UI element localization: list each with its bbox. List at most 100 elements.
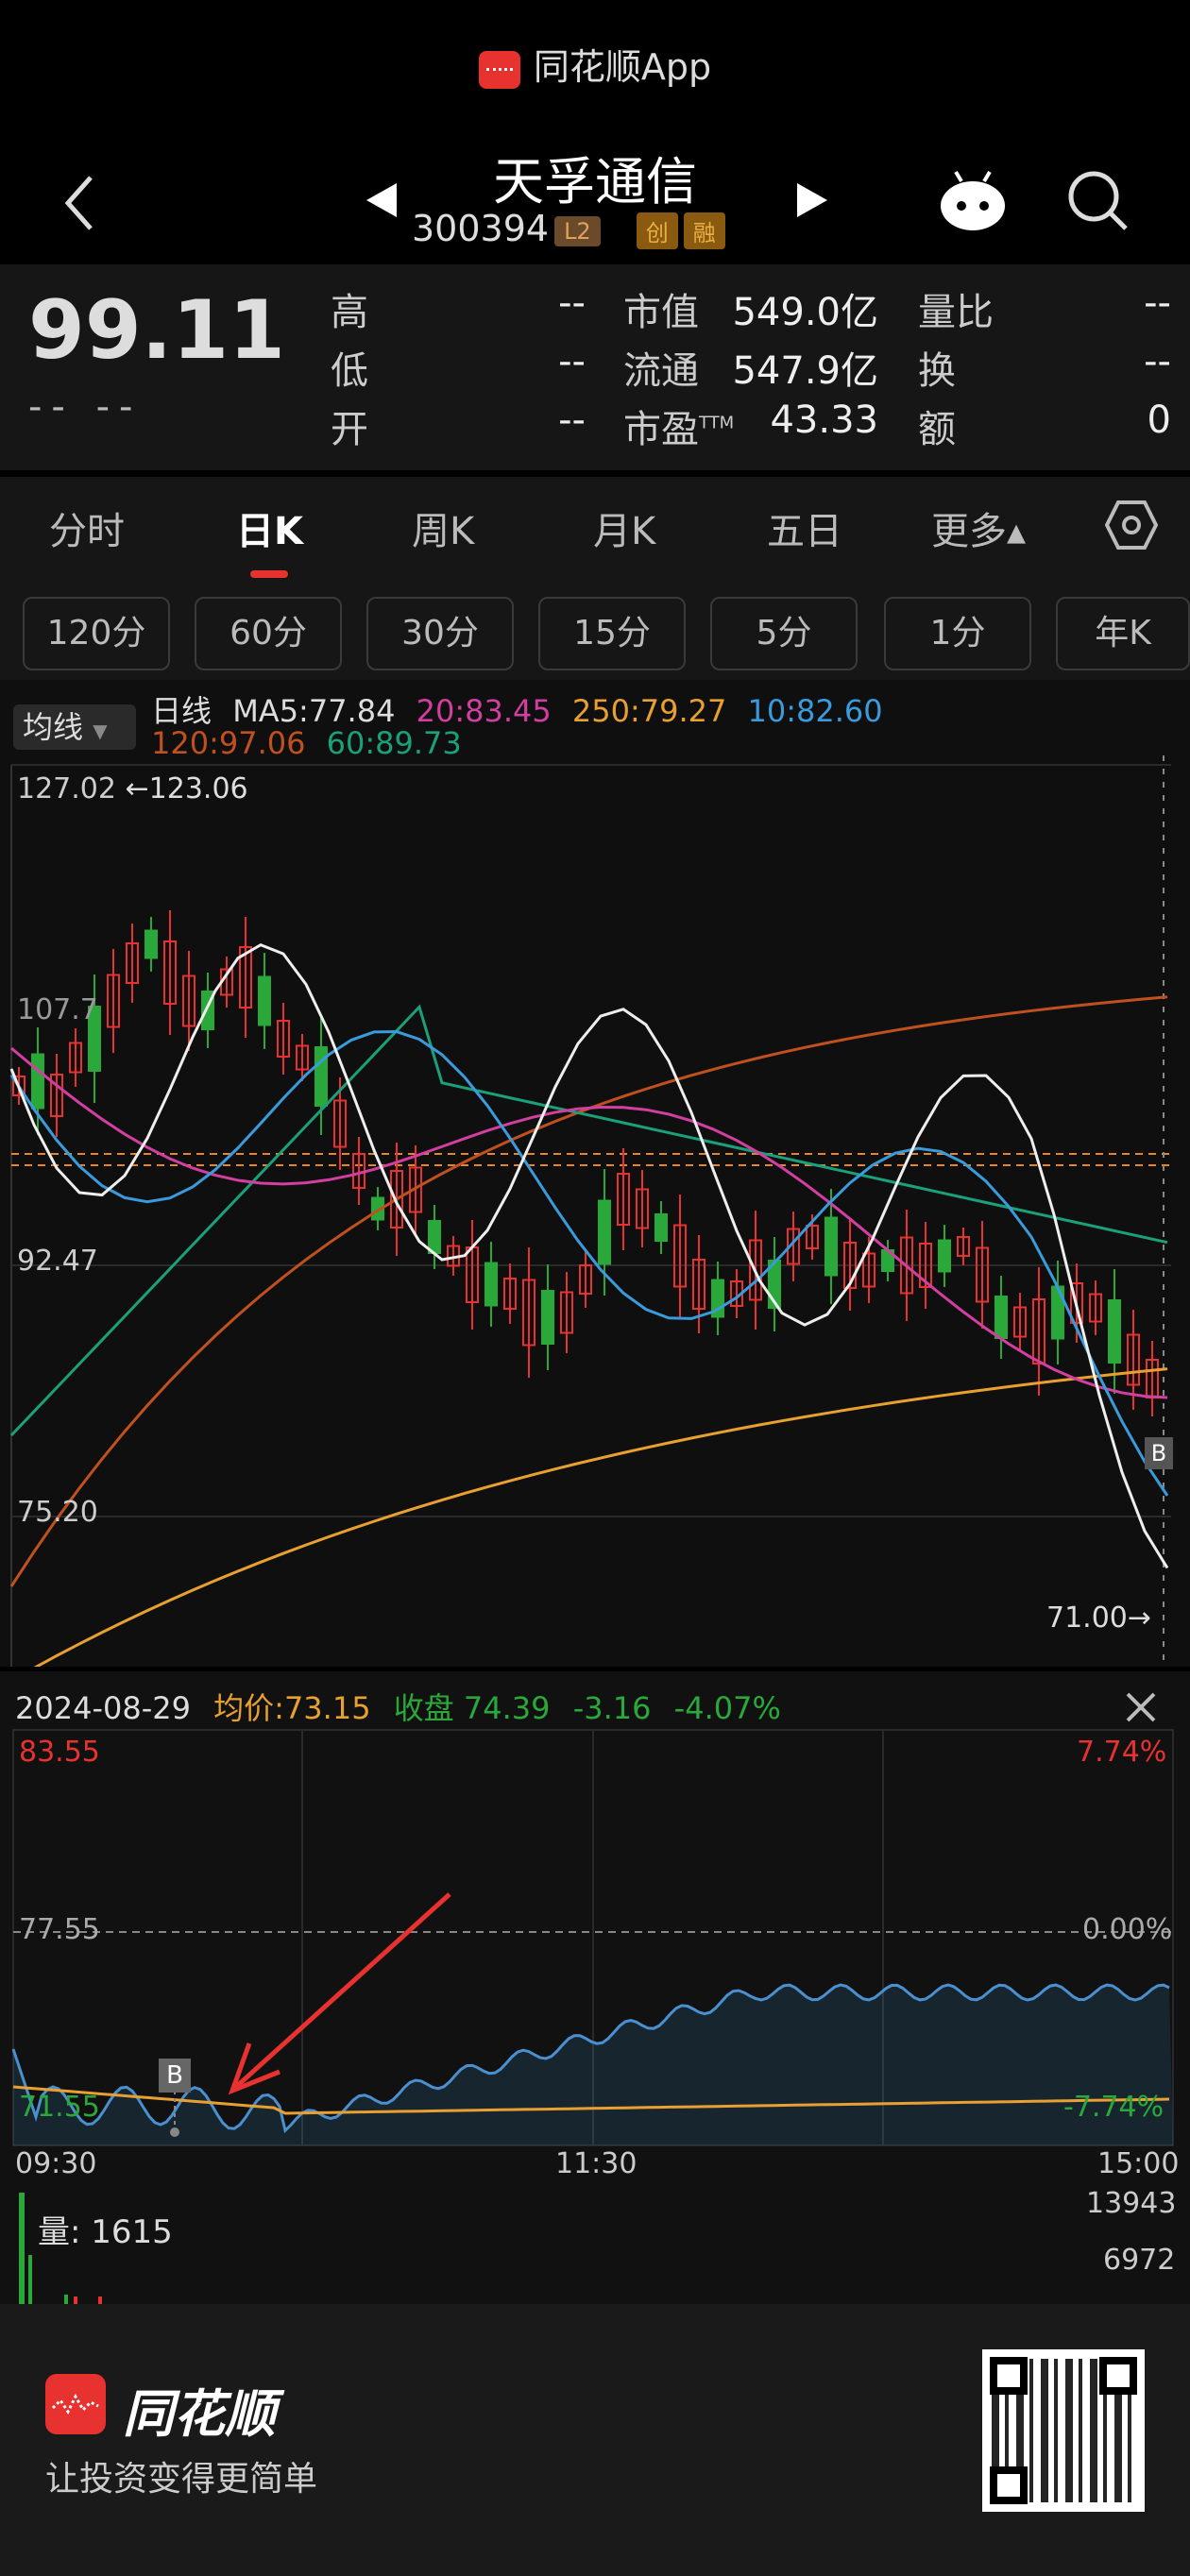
search-button[interactable] [1065, 168, 1131, 234]
indicator-select[interactable]: 均线 ▼ [13, 704, 136, 750]
candle-body [144, 929, 158, 959]
ma60-line [9, 1004, 1168, 1437]
stock-code: 300394 [412, 208, 550, 249]
volume-bar [64, 2295, 68, 2304]
interval-year-k[interactable]: 年K [1056, 597, 1190, 670]
intraday-chart [11, 1729, 1174, 2146]
buy-marker-dot [170, 2127, 179, 2137]
ma250-label: 250:79.27 [571, 693, 727, 729]
intraday-y-high: 83.55 [19, 1736, 100, 1769]
avg-price-label: 均价: [213, 1690, 284, 1726]
qr-corner [990, 2357, 1028, 2395]
close-intraday-button[interactable] [1122, 1688, 1160, 1726]
time-mid: 11:30 [555, 2147, 638, 2180]
annotation-arrow-shaft [234, 1892, 451, 2089]
candle-body [654, 1213, 668, 1242]
candle-body [31, 1053, 44, 1110]
chart-settings-button[interactable] [1104, 499, 1159, 551]
intraday-summary: 2024-08-29 均价:73.15 收盘 74.39 -3.16 -4.07… [15, 1685, 781, 1728]
intraday-y-low: 71.55 [19, 2091, 100, 2124]
volratio-value: -- [1144, 281, 1171, 325]
open-value: -- [558, 398, 586, 442]
buy-marker: B [1145, 1437, 1173, 1469]
ref-tick: 107.7 [17, 993, 98, 1026]
change-value: -3.16 [572, 1690, 652, 1726]
interval-120min[interactable]: 120分 [23, 597, 170, 670]
turnover-label: 换 [918, 349, 956, 393]
low-value: -- [558, 340, 586, 383]
wave-icon [51, 2393, 99, 2415]
close-label: 收盘 [393, 1690, 454, 1726]
interval-60min[interactable]: 60分 [195, 597, 342, 670]
app-name: 同花顺App [533, 46, 712, 88]
intraday-pct-high: 7.74% [1077, 1736, 1167, 1769]
qr-code [982, 2349, 1145, 2512]
intraday-date: 2024-08-29 [15, 1690, 191, 1726]
volume-bar [28, 2255, 32, 2304]
indicator-select-label: 均线 [23, 709, 84, 745]
tag-l2: L2 [554, 215, 601, 246]
candle-body [598, 1199, 611, 1265]
intraday-y-mid: 77.55 [19, 1913, 100, 1946]
amount-value: 0 [1147, 398, 1171, 442]
candle-body [541, 1290, 554, 1345]
app-brand: 同花顺App [0, 38, 1190, 90]
avg-price-value: 73.15 [283, 1690, 371, 1726]
volume-bar [19, 2193, 25, 2304]
candle-body [258, 975, 271, 1026]
time-start: 09:30 [15, 2147, 97, 2180]
next-stock-button[interactable] [793, 179, 831, 221]
y-axis-top: 127.02 ←123.06 [17, 772, 248, 805]
search-icon [1068, 171, 1128, 230]
high-label: 高 [331, 291, 368, 334]
active-tab-indicator [250, 570, 288, 578]
qr-corner [990, 2466, 1028, 2504]
candle-body [994, 1296, 1008, 1339]
interval-1min[interactable]: 1分 [884, 597, 1031, 670]
candle-body [1108, 1299, 1121, 1364]
high-marker: ←123.06 [125, 772, 248, 805]
mktcap-value: 549.0亿 [732, 291, 878, 334]
volume-bar [74, 2296, 77, 2304]
close-value: 74.39 [463, 1690, 551, 1726]
change-pct: -4.07% [673, 1690, 781, 1726]
candle-body [938, 1239, 951, 1273]
y-axis-low: 75.20 [17, 1496, 98, 1529]
ma120-line [9, 995, 1168, 1587]
tab-weekly-k[interactable]: 周K [412, 500, 474, 555]
ma5-label: MA5:77.84 [232, 693, 396, 729]
qr-corner [1099, 2357, 1137, 2395]
assistant-button[interactable] [935, 168, 1011, 234]
turnover-value: -- [1144, 340, 1171, 383]
volume-chart [19, 2193, 102, 2304]
footer-logo-icon [45, 2374, 106, 2434]
close-icon [1126, 1692, 1156, 1722]
tab-timeshare[interactable]: 分时 [49, 500, 125, 555]
interval-30min[interactable]: 30分 [366, 597, 514, 670]
volume-max: 13943 [1086, 2187, 1177, 2220]
tab-monthly-k[interactable]: 月K [593, 500, 655, 555]
dropdown-caret-icon: ▼ [93, 720, 108, 742]
time-end: 15:00 [1097, 2147, 1180, 2180]
y-axis-top-value: 127.02 [17, 772, 116, 805]
ma10-line [9, 1030, 1169, 1497]
low-marker: 71.00→ [1046, 1602, 1152, 1635]
candle-body [314, 1046, 328, 1107]
pe-value: 43.33 [770, 398, 878, 442]
settings-hexagon-icon [1104, 500, 1159, 550]
ma-line-label: 日线 [151, 693, 212, 729]
stock-code-row: 300394 L2 创融 [412, 208, 725, 249]
tab-more[interactable]: 更多▴ [931, 500, 1026, 555]
volume-bar [98, 2296, 102, 2304]
tab-five-day[interactable]: 五日 [767, 500, 842, 555]
ma10-label: 10:82.60 [747, 693, 883, 729]
kline-chart [9, 755, 1171, 1667]
y-axis-mid: 92.47 [17, 1245, 98, 1278]
low-label: 低 [331, 349, 368, 393]
tab-daily-k[interactable]: 日K [236, 500, 303, 555]
volratio-label: 量比 [918, 291, 994, 334]
ma20-label: 20:83.45 [416, 693, 552, 729]
intraday-pct-mid: 0.00% [1082, 1913, 1173, 1946]
interval-5min[interactable]: 5分 [710, 597, 858, 670]
interval-15min[interactable]: 15分 [538, 597, 686, 670]
